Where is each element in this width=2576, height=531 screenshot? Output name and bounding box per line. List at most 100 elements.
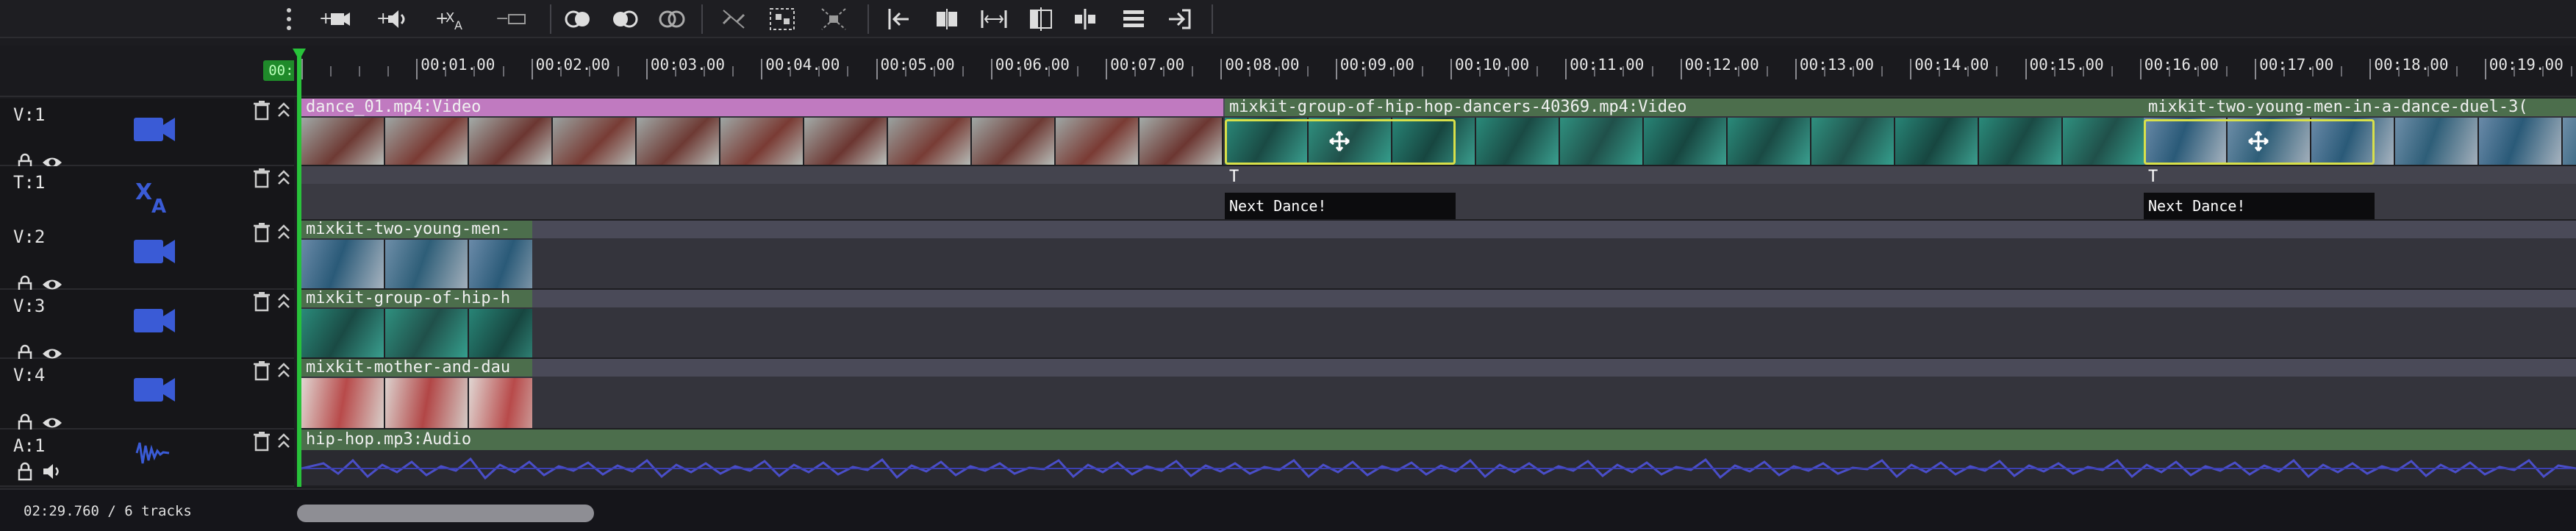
lock-icon[interactable] (16, 462, 34, 481)
trash-icon[interactable] (253, 360, 273, 382)
ruler-tick (645, 59, 648, 79)
trim-end-icon[interactable] (1160, 4, 1201, 34)
remove-track-icon[interactable]: − (491, 4, 532, 34)
track-header-v4: V:4 (0, 359, 294, 432)
split-icon[interactable] (926, 4, 967, 34)
svg-text:+: + (319, 10, 332, 28)
lane-t1: T Next Dance! T Next Dance! (301, 166, 2576, 221)
ruler-tick (1910, 59, 1912, 79)
ruler-label: 00:13.00 (1799, 56, 1875, 74)
ruler-label: 00:17.00 (2259, 56, 2334, 74)
track-header-v3: V:3 (0, 290, 294, 363)
thumbnail (1560, 118, 1644, 165)
add-video-track-icon[interactable]: + (315, 4, 356, 34)
thumbnail (301, 118, 385, 165)
horizontal-scrollbar[interactable] (297, 505, 594, 522)
ruler-label: 00:01.00 (421, 56, 495, 74)
trash-icon[interactable] (253, 168, 273, 190)
ruler-label: 00:10.00 (1455, 56, 1530, 74)
clip-group-of-hip-hop[interactable]: mixkit-group-of-hip-h (301, 290, 532, 357)
clip-hip-hop-audio[interactable]: hip-hop.mp3:Audio (301, 430, 2576, 485)
track-label: A:1 (13, 435, 46, 456)
ruler-tick (1106, 59, 1108, 79)
speaker-icon[interactable] (41, 462, 63, 481)
split-at-playhead-icon[interactable] (1020, 4, 1062, 34)
svg-text:A: A (151, 196, 166, 215)
ruler-tick (1220, 59, 1223, 79)
thumbnail (385, 309, 469, 357)
ruler-tick (2341, 66, 2343, 76)
text-clip-2[interactable]: T Next Dance! (2144, 166, 2375, 219)
trash-icon[interactable] (253, 100, 273, 122)
blend-mode-3-icon[interactable] (651, 4, 693, 34)
blend-mode-1-icon[interactable] (557, 4, 598, 34)
text-track-icon: XA (132, 177, 176, 218)
clip-title: mixkit-group-of-hip-hop-dancers-40369.mp… (1229, 99, 1687, 116)
unlink-icon[interactable] (713, 4, 754, 34)
thumbnail (637, 118, 720, 165)
thumbnail (385, 118, 469, 165)
trash-icon[interactable] (253, 431, 273, 453)
thumbnail (2563, 118, 2576, 165)
ruler-tick (1651, 66, 1653, 76)
thumbnail (2395, 118, 2479, 165)
group-icon[interactable] (762, 4, 803, 34)
clip-dance-01[interactable]: dance_01.mp4:Video (301, 99, 1223, 165)
track-label: V:1 (13, 104, 46, 125)
lane-strip (301, 221, 2576, 238)
audio-waveform-icon (132, 432, 176, 474)
ruler-label: 00:06.00 (995, 56, 1070, 74)
thumbnail (1056, 118, 1139, 165)
svg-text:X: X (446, 10, 454, 26)
ungroup-icon[interactable] (813, 4, 854, 34)
collapse-icon[interactable] (276, 168, 294, 190)
ruler-label: 00:11.00 (1570, 56, 1645, 74)
text-marker: T (2148, 168, 2158, 186)
move-cursor-icon (1328, 130, 1350, 152)
collapse-icon[interactable] (276, 291, 294, 313)
ruler-header-spacer: 00:00.00 (0, 46, 341, 97)
add-text-track-icon[interactable]: + X A (431, 4, 472, 34)
collapse-icon[interactable] (276, 431, 294, 453)
thumbnail (301, 309, 385, 357)
thumbnail (385, 240, 469, 288)
track-header-v1: V:1 (0, 99, 294, 172)
trim-start-icon[interactable] (878, 4, 919, 34)
menu-dots-icon[interactable] (278, 4, 300, 34)
selected-transition-1[interactable] (1225, 119, 1456, 165)
collapse-icon[interactable] (276, 222, 294, 244)
collapse-icon[interactable] (276, 360, 294, 382)
text-clip-1[interactable]: T Next Dance! (1225, 166, 1456, 219)
add-audio-track-icon[interactable]: + (372, 4, 413, 34)
blend-mode-2-icon[interactable] (604, 4, 645, 34)
ruler-label: 00:14.00 (1914, 56, 1989, 74)
snap-icon[interactable] (1065, 4, 1106, 34)
text-marker: T (1229, 168, 1239, 186)
thumbnail (469, 378, 532, 428)
fit-icon[interactable] (973, 4, 1015, 34)
thumbnail (469, 240, 532, 288)
selected-transition-2[interactable] (2144, 119, 2375, 165)
playhead-line[interactable] (297, 51, 301, 487)
playhead-handle-icon[interactable] (293, 49, 306, 60)
thumbnail (301, 378, 385, 428)
toolbar-separator (867, 4, 869, 34)
clip-title: dance_01.mp4:Video (306, 99, 482, 116)
trash-icon[interactable] (253, 291, 273, 313)
ruler-tick (876, 59, 878, 79)
collapse-icon[interactable] (276, 100, 294, 122)
clip-mother-and-daughter[interactable]: mixkit-mother-and-dau (301, 359, 532, 428)
trash-icon[interactable] (253, 222, 273, 244)
thumbnail (1895, 118, 1979, 165)
ruler-tick (2255, 59, 2257, 79)
time-ruler[interactable]: 00:01.00 00:02.00 00:03.00 00:04.00 00:05.00… (294, 46, 2576, 97)
ruler-label: 00:07.00 (1110, 56, 1185, 74)
list-icon[interactable] (1113, 4, 1154, 34)
ruler-tick (502, 66, 504, 76)
ruler-tick (1192, 66, 1194, 76)
thumbnail (888, 118, 972, 165)
clip-thumbnails (301, 240, 532, 288)
clip-two-young-men[interactable]: mixkit-two-young-men- (301, 221, 532, 288)
lane-v4: mixkit-mother-and-dau (301, 359, 2576, 430)
clip-title: mixkit-two-young-men- (306, 221, 511, 238)
